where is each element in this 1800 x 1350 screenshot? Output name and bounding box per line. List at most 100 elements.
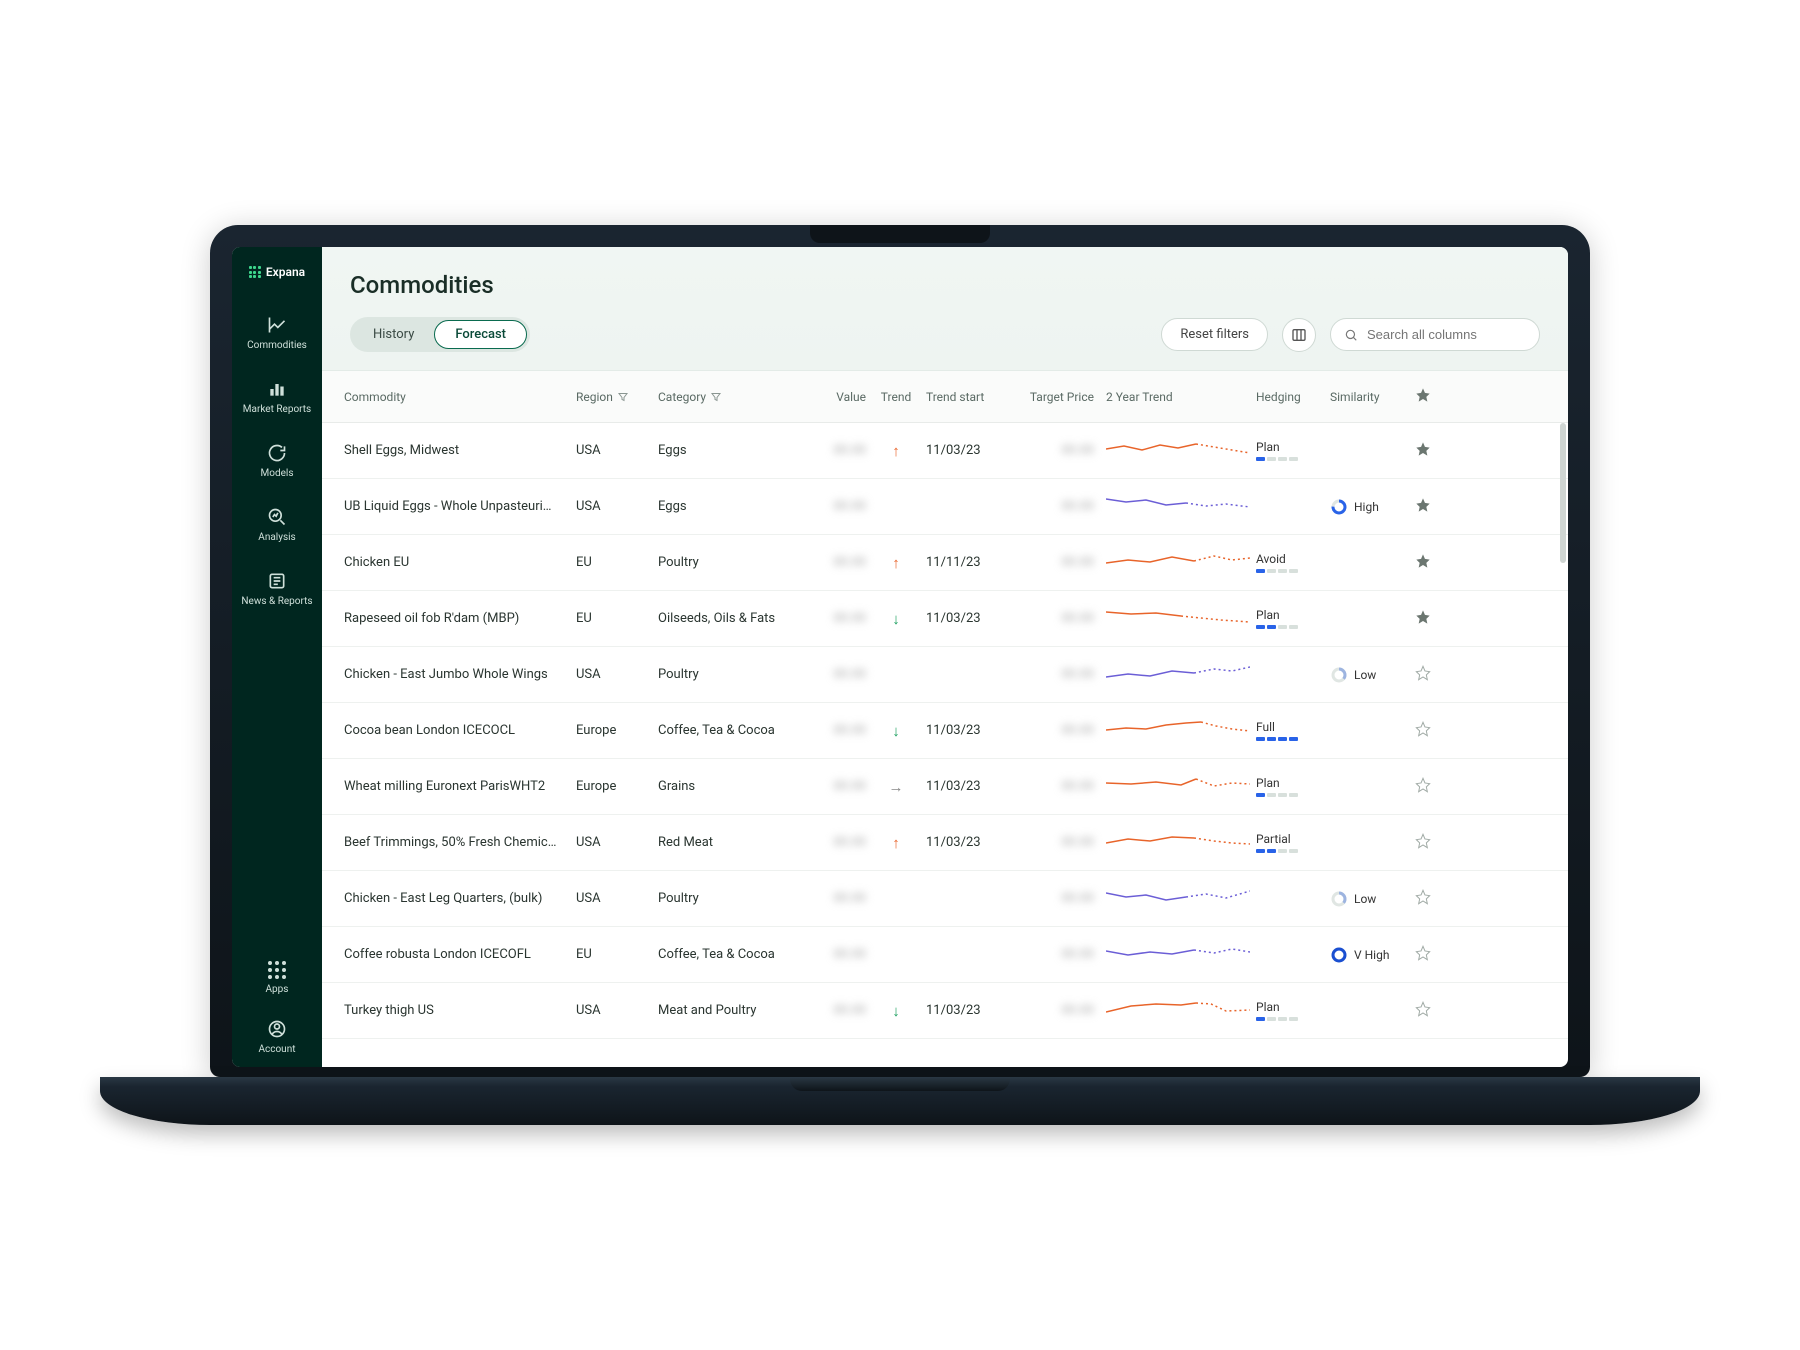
cell-category: Coffee, Tea & Cocoa	[652, 947, 812, 962]
th-trend[interactable]: Trend	[872, 390, 920, 404]
th-similarity[interactable]: Similarity	[1324, 390, 1406, 404]
nav-label: Apps	[266, 984, 289, 995]
table-row[interactable]: Shell Eggs, Midwest USA Eggs 00.00 ↑ 11/…	[322, 423, 1568, 479]
nav-apps[interactable]: Apps	[266, 961, 289, 995]
search-icon	[1344, 328, 1358, 342]
cell-sparkline	[1100, 549, 1250, 577]
cell-trend-start: 11/03/23	[920, 779, 1016, 794]
th-hedging[interactable]: Hedging	[1250, 390, 1324, 404]
star-icon	[1415, 833, 1431, 849]
cell-value: 00.00	[812, 835, 872, 850]
cell-trend-start: 11/03/23	[920, 443, 1016, 458]
hedging-bar	[1256, 849, 1318, 853]
cell-hedging: Plan	[1250, 776, 1324, 797]
columns-button[interactable]	[1282, 318, 1316, 352]
nav-models[interactable]: Models	[261, 443, 294, 479]
cell-star[interactable]	[1406, 833, 1440, 853]
cell-commodity: Chicken - East Leg Quarters, (bulk)	[338, 891, 570, 906]
table-row[interactable]: Beef Trimmings, 50% Fresh Chemic… USA Re…	[322, 815, 1568, 871]
cell-similarity: High	[1324, 498, 1406, 516]
th-value[interactable]: Value	[812, 390, 872, 404]
table-row[interactable]: Rapeseed oil fob R'dam (MBP) EU Oilseeds…	[322, 591, 1568, 647]
th-category-label: Category	[658, 390, 706, 404]
nav-label: Commodities	[247, 340, 307, 351]
cell-category: Oilseeds, Oils & Fats	[652, 611, 812, 626]
cell-region: USA	[570, 1003, 652, 1018]
cell-star[interactable]	[1406, 721, 1440, 741]
cell-target: 00.00	[1016, 499, 1100, 514]
th-star[interactable]	[1406, 387, 1440, 406]
search-input[interactable]	[1330, 318, 1540, 351]
th-trend-start[interactable]: Trend start	[920, 390, 1016, 404]
table-row[interactable]: Coffee robusta London ICECOFL EU Coffee,…	[322, 927, 1568, 983]
cell-target: 00.00	[1016, 1003, 1100, 1018]
trend-arrow-icon: ↑	[892, 554, 900, 572]
scrollbar[interactable]	[1560, 423, 1566, 563]
cell-hedging: Full	[1250, 720, 1324, 741]
cell-region: USA	[570, 499, 652, 514]
table-row[interactable]: Cocoa bean London ICECOCL Europe Coffee,…	[322, 703, 1568, 759]
table-row[interactable]: Wheat milling Euronext ParisWHT2 Europe …	[322, 759, 1568, 815]
cell-star[interactable]	[1406, 1001, 1440, 1021]
table-row[interactable]: UB Liquid Eggs - Whole Unpasteuri… USA E…	[322, 479, 1568, 535]
nav-analysis[interactable]: Analysis	[258, 507, 295, 543]
cell-sparkline	[1100, 829, 1250, 857]
cell-star[interactable]	[1406, 665, 1440, 685]
cell-star[interactable]	[1406, 441, 1440, 461]
nav-label: Account	[258, 1044, 295, 1055]
nav-market-reports[interactable]: Market Reports	[243, 379, 311, 415]
cell-sparkline	[1100, 997, 1250, 1025]
hedging-label: Plan	[1256, 1000, 1318, 1014]
tab-history[interactable]: History	[353, 320, 434, 349]
table-row[interactable]: Chicken - East Leg Quarters, (bulk) USA …	[322, 871, 1568, 927]
sparkline-icon	[1106, 549, 1250, 573]
cell-region: EU	[570, 611, 652, 626]
hedging-bar	[1256, 793, 1318, 797]
star-icon	[1415, 665, 1431, 681]
nav-news[interactable]: News & Reports	[241, 571, 312, 607]
cell-sparkline	[1100, 941, 1250, 969]
cell-trend-start: 11/03/23	[920, 1003, 1016, 1018]
cell-trend: ↓	[872, 610, 920, 628]
hedging-label: Plan	[1256, 608, 1318, 622]
star-icon	[1415, 387, 1431, 403]
table-row[interactable]: Chicken - East Jumbo Whole Wings USA Pou…	[322, 647, 1568, 703]
reset-filters-button[interactable]: Reset filters	[1161, 318, 1268, 351]
th-2yr-trend[interactable]: 2 Year Trend	[1100, 390, 1250, 404]
th-category[interactable]: Category	[652, 390, 812, 404]
cell-star[interactable]	[1406, 609, 1440, 629]
cell-similarity: V High	[1324, 946, 1406, 964]
cell-star[interactable]	[1406, 777, 1440, 797]
cell-star[interactable]	[1406, 497, 1440, 517]
cell-category: Meat and Poultry	[652, 1003, 812, 1018]
table-row[interactable]: Chicken EU EU Poultry 00.00 ↑ 11/11/23 0…	[322, 535, 1568, 591]
cell-target: 00.00	[1016, 835, 1100, 850]
nav-commodities[interactable]: Commodities	[247, 315, 307, 351]
cell-star[interactable]	[1406, 945, 1440, 965]
tab-forecast[interactable]: Forecast	[434, 320, 527, 349]
cell-value: 00.00	[812, 667, 872, 682]
th-region[interactable]: Region	[570, 390, 652, 404]
similarity-badge: Low	[1330, 890, 1400, 908]
cell-value: 00.00	[812, 779, 872, 794]
cell-value: 00.00	[812, 499, 872, 514]
nav-account[interactable]: Account	[258, 1019, 295, 1055]
cell-sparkline	[1100, 717, 1250, 745]
brand-logo-icon	[249, 266, 261, 278]
similarity-ring-icon	[1330, 946, 1348, 964]
main-content: Commodities History Forecast Reset filte…	[322, 247, 1568, 1067]
cell-trend: ↓	[872, 722, 920, 740]
similarity-badge: V High	[1330, 946, 1400, 964]
cell-commodity: Shell Eggs, Midwest	[338, 443, 570, 458]
cell-trend: →	[872, 778, 920, 796]
cell-category: Eggs	[652, 443, 812, 458]
th-target[interactable]: Target Price	[1016, 390, 1100, 404]
table-row[interactable]: Turkey thigh US USA Meat and Poultry 00.…	[322, 983, 1568, 1039]
hedging-label: Plan	[1256, 776, 1318, 790]
th-commodity[interactable]: Commodity	[338, 390, 570, 404]
star-icon	[1415, 889, 1431, 905]
app-screen: Expana Commodities Market Reports Models	[232, 247, 1568, 1067]
cell-star[interactable]	[1406, 889, 1440, 909]
cell-star[interactable]	[1406, 553, 1440, 573]
hedging-label: Partial	[1256, 832, 1318, 846]
